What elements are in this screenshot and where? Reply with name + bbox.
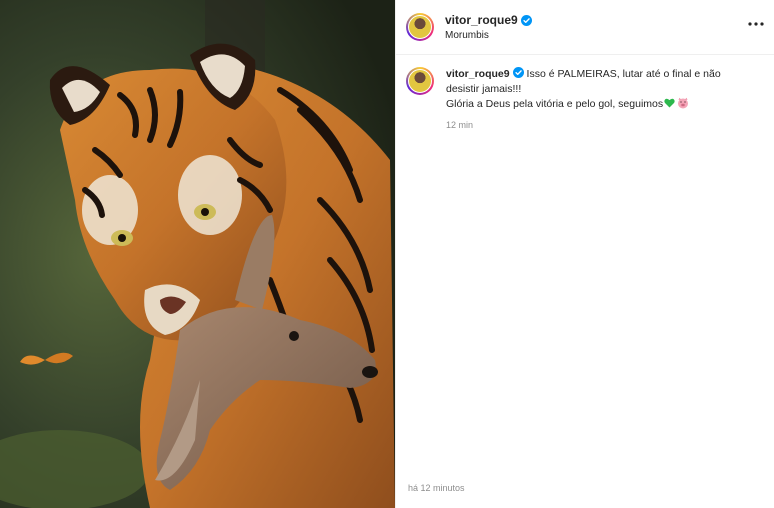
- more-options-icon[interactable]: [746, 16, 766, 32]
- post-timestamp[interactable]: há 12 minutos: [408, 483, 465, 493]
- caption-author-avatar[interactable]: [406, 67, 434, 95]
- verified-badge-icon: [520, 14, 532, 26]
- caption-line-2: Glória a Deus pela vitória e pelo gol, s…: [446, 98, 664, 110]
- post-location[interactable]: Morumbis: [445, 30, 532, 41]
- caption-username[interactable]: vitor_roque9: [446, 68, 510, 80]
- post-details-panel: vitor_roque9 Morumbis vitor_roque9 Isso …: [395, 0, 774, 508]
- post-photo[interactable]: [0, 0, 395, 508]
- comment-timestamp: 12 min: [446, 120, 474, 130]
- tiger-with-deer-image: [0, 0, 395, 508]
- green-heart-emoji-icon: [664, 98, 675, 108]
- author-username[interactable]: vitor_roque9: [445, 13, 518, 27]
- author-avatar[interactable]: [406, 13, 434, 41]
- verified-badge-icon: [512, 67, 524, 78]
- header-text: vitor_roque9 Morumbis: [445, 13, 532, 41]
- username-row: vitor_roque9: [445, 13, 532, 27]
- pig-face-emoji-icon: [678, 97, 689, 109]
- post-header: vitor_roque9 Morumbis: [396, 0, 774, 55]
- caption-comment: vitor_roque9 Isso é PALMEIRAS, lutar até…: [396, 55, 774, 133]
- instagram-post: vitor_roque9 Morumbis vitor_roque9 Isso …: [0, 0, 774, 508]
- caption-body: vitor_roque9 Isso é PALMEIRAS, lutar até…: [446, 67, 746, 133]
